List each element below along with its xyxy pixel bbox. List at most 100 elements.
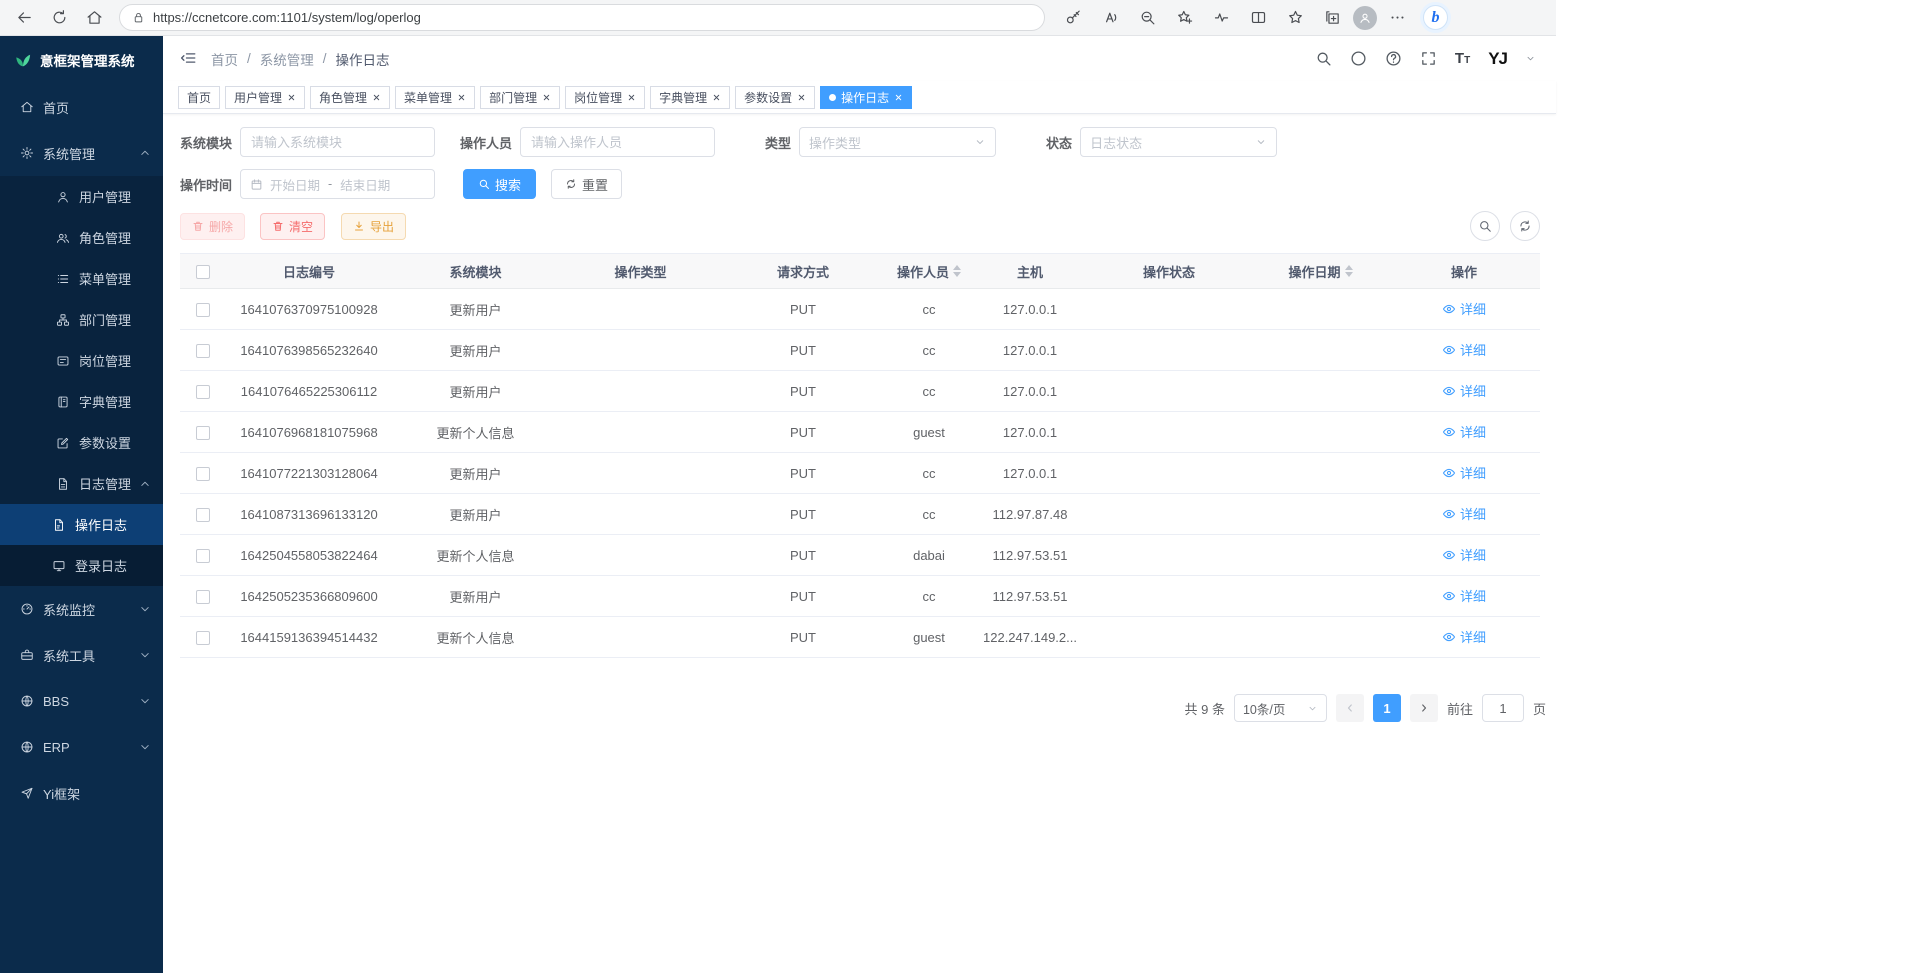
type-select[interactable]: 操作类型 <box>799 127 996 157</box>
col-method[interactable]: 请求方式 <box>723 254 883 289</box>
col-module[interactable]: 系统模块 <box>393 254 558 289</box>
row-checkbox[interactable] <box>196 467 210 481</box>
row-checkbox[interactable] <box>196 385 210 399</box>
close-icon[interactable] <box>627 93 636 102</box>
operator-input[interactable] <box>520 127 715 157</box>
clear-button[interactable]: 清空 <box>260 213 325 240</box>
row-checkbox[interactable] <box>196 631 210 645</box>
close-icon[interactable] <box>457 93 466 102</box>
col-host[interactable]: 主机 <box>975 254 1085 289</box>
tab-dict-mgmt[interactable]: 字典管理 <box>650 86 730 109</box>
page-number-current[interactable]: 1 <box>1373 694 1401 722</box>
read-aloud-icon[interactable] <box>1094 3 1127 33</box>
sidebar-item-system-mgmt[interactable]: 系统管理 <box>0 130 163 176</box>
search-button[interactable]: 搜索 <box>463 169 536 199</box>
text-size-icon[interactable]: TT <box>1455 50 1470 67</box>
detail-link[interactable]: 详细 <box>1442 504 1486 523</box>
close-icon[interactable] <box>542 93 551 102</box>
add-favorite-icon[interactable] <box>1168 3 1201 33</box>
detail-link[interactable]: 详细 <box>1442 586 1486 605</box>
table-row[interactable]: 1641076370975100928 更新用户 PUT cc 127.0.0.… <box>180 289 1540 330</box>
sidebar-item-bbs[interactable]: BBS <box>0 678 163 724</box>
detail-link[interactable]: 详细 <box>1442 299 1486 318</box>
export-button[interactable]: 导出 <box>341 213 406 240</box>
detail-link[interactable]: 详细 <box>1442 545 1486 564</box>
col-operator[interactable]: 操作人员 <box>883 254 975 289</box>
detail-link[interactable]: 详细 <box>1442 381 1486 400</box>
date-range-picker[interactable]: 开始日期 - 结束日期 <box>240 169 435 199</box>
breadcrumb-item[interactable]: 系统管理 <box>260 49 314 69</box>
close-icon[interactable] <box>894 93 903 102</box>
user-avatar-logo[interactable]: YJ <box>1488 49 1507 69</box>
refresh-button[interactable] <box>43 3 76 33</box>
table-row[interactable]: 1641077221303128064 更新用户 PUT cc 127.0.0.… <box>180 453 1540 494</box>
collapse-menu-icon[interactable] <box>179 49 197 67</box>
table-row[interactable]: 1644159136394514432 更新个人信息 PUT guest 122… <box>180 617 1540 658</box>
url-text[interactable]: https://ccnetcore.com:1101/system/log/op… <box>153 10 421 25</box>
key-icon[interactable] <box>1057 3 1090 33</box>
split-screen-icon[interactable] <box>1242 3 1275 33</box>
breadcrumb-item[interactable]: 首页 <box>211 49 238 69</box>
row-checkbox[interactable] <box>196 303 210 317</box>
sidebar-item-monitor[interactable]: 系统监控 <box>0 586 163 632</box>
module-input[interactable] <box>240 127 435 157</box>
sidebar-item-menu-mgmt[interactable]: 菜单管理 <box>0 258 163 299</box>
table-row[interactable]: 1641076398565232640 更新用户 PUT cc 127.0.0.… <box>180 330 1540 371</box>
sidebar-item-user-mgmt[interactable]: 用户管理 <box>0 176 163 217</box>
back-button[interactable] <box>8 3 41 33</box>
table-row[interactable]: 1641087313696133120 更新用户 PUT cc 112.97.8… <box>180 494 1540 535</box>
status-select[interactable]: 日志状态 <box>1080 127 1277 157</box>
close-icon[interactable] <box>287 93 296 102</box>
tab-user-mgmt[interactable]: 用户管理 <box>225 86 305 109</box>
help-icon[interactable] <box>1385 50 1402 67</box>
sidebar-item-loginlog[interactable]: 登录日志 <box>0 545 163 586</box>
col-op-type[interactable]: 操作类型 <box>558 254 723 289</box>
col-status[interactable]: 操作状态 <box>1085 254 1253 289</box>
next-page-button[interactable] <box>1410 694 1438 722</box>
more-icon[interactable] <box>1381 3 1414 33</box>
row-checkbox[interactable] <box>196 508 210 522</box>
favorites-icon[interactable] <box>1279 3 1312 33</box>
toggle-search-button[interactable] <box>1470 211 1500 241</box>
close-icon[interactable] <box>712 93 721 102</box>
zoom-out-icon[interactable] <box>1131 3 1164 33</box>
goto-page-input[interactable] <box>1482 694 1524 722</box>
sort-icon[interactable] <box>1345 265 1353 277</box>
sidebar-item-dict-mgmt[interactable]: 字典管理 <box>0 381 163 422</box>
browser-essentials-icon[interactable] <box>1205 3 1238 33</box>
row-checkbox[interactable] <box>196 549 210 563</box>
copilot-icon[interactable]: b <box>1423 5 1448 30</box>
home-button[interactable] <box>78 3 111 33</box>
address-bar[interactable]: https://ccnetcore.com:1101/system/log/op… <box>119 4 1045 31</box>
sidebar-item-param-settings[interactable]: 参数设置 <box>0 422 163 463</box>
github-icon[interactable] <box>1350 50 1367 67</box>
search-icon[interactable] <box>1315 50 1332 67</box>
detail-link[interactable]: 详细 <box>1442 627 1486 646</box>
tab-operlog[interactable]: 操作日志 <box>820 86 912 109</box>
sidebar-item-yi-framework[interactable]: Yi框架 <box>0 770 163 816</box>
col-date[interactable]: 操作日期 <box>1253 254 1388 289</box>
profile-avatar[interactable] <box>1353 6 1377 30</box>
close-icon[interactable] <box>372 93 381 102</box>
fullscreen-icon[interactable] <box>1420 50 1437 67</box>
sidebar-item-dept-mgmt[interactable]: 部门管理 <box>0 299 163 340</box>
tab-param-settings[interactable]: 参数设置 <box>735 86 815 109</box>
select-all-checkbox[interactable] <box>196 265 210 279</box>
delete-button[interactable]: 删除 <box>180 213 245 240</box>
tab-home[interactable]: 首页 <box>178 86 220 109</box>
row-checkbox[interactable] <box>196 590 210 604</box>
page-size-select[interactable]: 10条/页 <box>1234 694 1327 722</box>
table-row[interactable]: 1641076968181075968 更新个人信息 PUT guest 127… <box>180 412 1540 453</box>
sort-icon[interactable] <box>953 265 961 277</box>
row-checkbox[interactable] <box>196 344 210 358</box>
sidebar-item-operlog[interactable]: 操作日志 <box>0 504 163 545</box>
reset-button[interactable]: 重置 <box>551 169 622 199</box>
collections-icon[interactable] <box>1316 3 1349 33</box>
sidebar-item-log-mgmt[interactable]: 日志管理 <box>0 463 163 504</box>
table-row[interactable]: 1642505235366809600 更新用户 PUT cc 112.97.5… <box>180 576 1540 617</box>
prev-page-button[interactable] <box>1336 694 1364 722</box>
col-log-id[interactable]: 日志编号 <box>225 254 393 289</box>
table-row[interactable]: 1641076465225306112 更新用户 PUT cc 127.0.0.… <box>180 371 1540 412</box>
tab-menu-mgmt[interactable]: 菜单管理 <box>395 86 475 109</box>
detail-link[interactable]: 详细 <box>1442 422 1486 441</box>
